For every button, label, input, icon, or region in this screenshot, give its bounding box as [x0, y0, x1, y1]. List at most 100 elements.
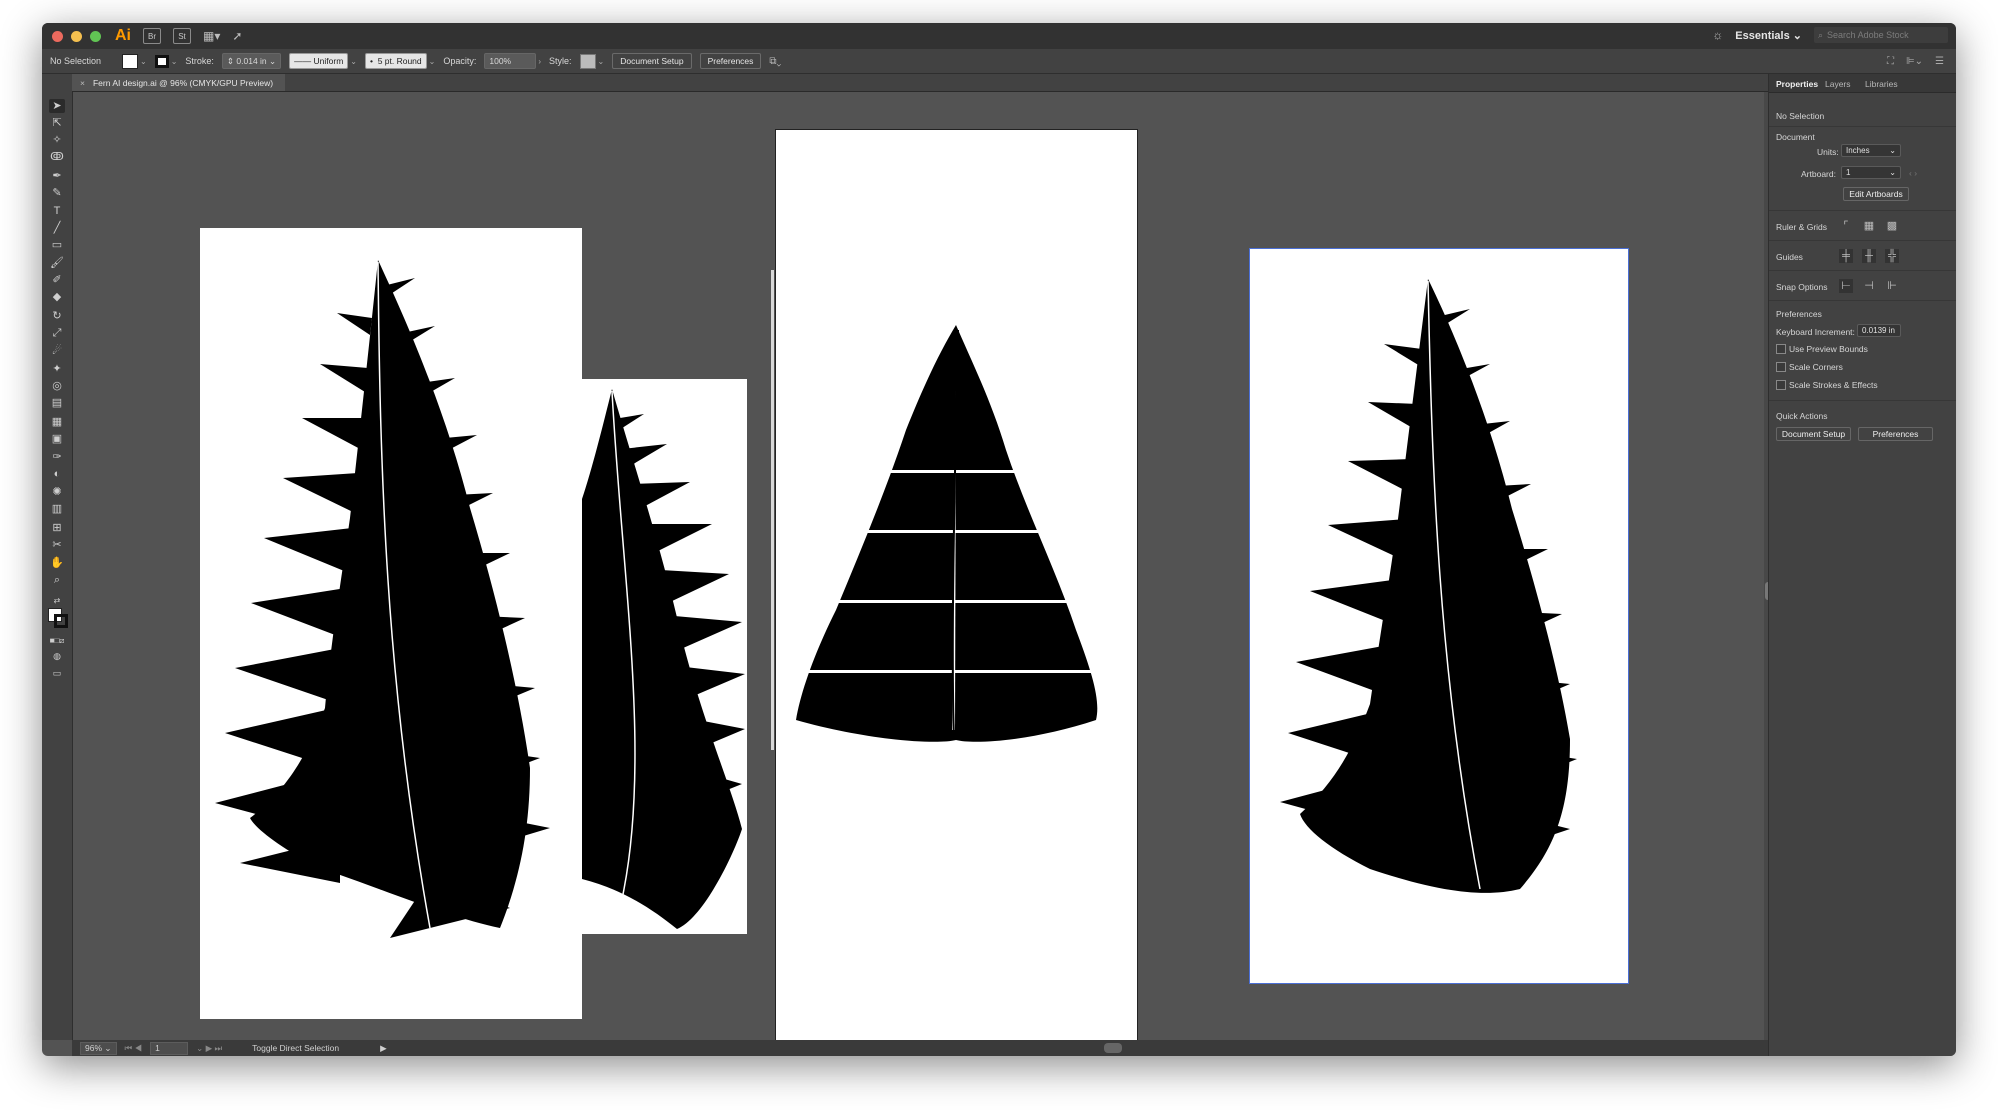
stroke-swatch[interactable] — [154, 54, 169, 68]
chevron-down-icon[interactable]: ⌄ — [429, 57, 436, 66]
tab-layers[interactable]: Layers — [1825, 79, 1851, 89]
transparency-grid-icon[interactable]: ▩ — [1885, 219, 1899, 233]
type-tool-icon[interactable]: T — [49, 204, 65, 218]
lasso-icon[interactable]: ↂ — [49, 150, 65, 164]
selection-tool-icon[interactable]: ➤ — [49, 99, 65, 113]
variable-width-profile[interactable]: —— Uniform — [289, 53, 349, 69]
artboard-dropdown[interactable]: 1 ⌄ — [1841, 166, 1901, 179]
mesh-tool-icon[interactable]: ▦ — [49, 415, 65, 429]
chevron-down-icon[interactable]: ⌄ — [140, 57, 147, 66]
graphic-style-swatch[interactable] — [579, 53, 596, 69]
snap-to-pixel-icon[interactable]: ⊩ — [1885, 279, 1899, 293]
artboard-number-field[interactable]: 1 — [150, 1041, 189, 1055]
arrange-icon[interactable]: ⧉⌄ — [769, 56, 781, 67]
canvas[interactable] — [73, 92, 1797, 1056]
shape-builder-icon[interactable]: ◎ — [49, 379, 65, 393]
chevron-down-icon[interactable]: ⌄ — [171, 57, 178, 66]
lightbulb-icon[interactable]: ☼ — [1712, 28, 1723, 42]
zoom-window-button[interactable] — [90, 30, 101, 42]
align-icon[interactable]: ⊫⌄ — [1906, 56, 1923, 67]
artboard-2[interactable] — [582, 379, 747, 934]
draw-mode-icon[interactable]: ◍ — [49, 649, 65, 663]
artboard-3[interactable] — [775, 129, 1138, 1056]
preferences-button[interactable]: Preferences — [699, 53, 762, 69]
opacity-field[interactable]: 100% — [484, 53, 537, 69]
stock-search-input[interactable]: ⌕ Search Adobe Stock — [1814, 27, 1948, 43]
artboard-nav-arrows-icon[interactable]: ‹ › — [1909, 168, 1917, 178]
artboard-nav-next-icon[interactable]: ⌄ ▶ ⏭ — [196, 1043, 222, 1054]
warp-tool-icon[interactable]: ☄ — [49, 344, 65, 358]
paintbrush-icon[interactable]: 🖌 — [49, 256, 65, 270]
document-setup-button[interactable]: Document Setup — [612, 53, 692, 69]
fill-swatch[interactable] — [122, 53, 138, 69]
zoom-level-field[interactable]: 96% ⌄ — [80, 1041, 117, 1055]
tab-properties[interactable]: Properties — [1776, 79, 1818, 89]
quick-preferences-button[interactable]: Preferences — [1858, 427, 1933, 441]
slice-tool-icon[interactable]: ✂ — [49, 538, 65, 552]
fern-artwork — [796, 325, 1106, 742]
artboard-tool-icon[interactable]: ⊞ — [49, 521, 65, 535]
bridge-button[interactable]: Br — [143, 28, 161, 44]
units-dropdown[interactable]: Inches ⌄ — [1841, 144, 1901, 157]
isolation-mode-icon[interactable]: ⛶ — [1887, 56, 1894, 67]
screen-mode-icon[interactable]: ▭ — [49, 666, 65, 680]
artboard-1[interactable] — [200, 228, 582, 1019]
quick-document-setup-button[interactable]: Document Setup — [1776, 427, 1851, 441]
arrange-documents-icon[interactable]: ▦▾ — [203, 29, 220, 43]
edit-artboards-button[interactable]: Edit Artboards — [1843, 187, 1909, 201]
stock-button[interactable]: St — [173, 28, 191, 44]
hand-tool-icon[interactable]: ✋ — [49, 556, 65, 570]
stroke-weight-field[interactable]: ⇕ 0.014 in ⌄ — [221, 53, 282, 69]
curvature-tool-icon[interactable]: ✎ — [49, 186, 65, 200]
color-mode-icon[interactable]: ■□⧄ — [49, 634, 65, 648]
ruler-icon[interactable]: ⌜ — [1839, 219, 1853, 233]
artboard-4[interactable] — [1249, 248, 1629, 984]
swap-fill-stroke-icon[interactable]: ⇄ — [49, 594, 65, 608]
stroke-color-box[interactable] — [54, 614, 68, 628]
minimize-window-button[interactable] — [71, 30, 82, 42]
snap-to-grid-icon[interactable]: ⊣ — [1862, 279, 1876, 293]
workspace-switcher[interactable]: Essentials ⌄ — [1735, 29, 1802, 42]
graph-tool-icon[interactable]: ▥ — [49, 502, 65, 516]
keyboard-increment-field[interactable]: 0.0139 in — [1857, 324, 1901, 337]
magic-wand-icon[interactable]: ✧ — [49, 133, 65, 147]
scale-strokes-effects-checkbox[interactable] — [1776, 380, 1786, 390]
scale-corners-checkbox[interactable] — [1776, 362, 1786, 372]
smart-guides-icon[interactable]: ╬ — [1885, 249, 1899, 263]
snap-to-point-icon[interactable]: ⊢ — [1839, 279, 1853, 293]
pen-tool-icon[interactable]: ✒ — [49, 169, 65, 183]
shaper-tool-icon[interactable]: ✐ — [49, 273, 65, 287]
blend-tool-icon[interactable]: ◐ — [49, 467, 65, 481]
close-window-button[interactable] — [52, 30, 63, 42]
perspective-grid-icon[interactable]: ▤ — [49, 396, 65, 410]
artboard-value: 1 — [1846, 168, 1851, 177]
horizontal-scrollbar-thumb[interactable] — [1104, 1043, 1122, 1053]
eyedropper-icon[interactable]: ✑ — [49, 450, 65, 464]
gpu-performance-icon[interactable]: ➚ — [232, 29, 242, 43]
panel-menu-icon[interactable]: ☰ — [1935, 56, 1944, 67]
eraser-icon[interactable]: ◆ — [49, 290, 65, 304]
grid-icon[interactable]: ▦ — [1862, 219, 1876, 233]
show-guides-icon[interactable]: ╪ — [1839, 249, 1853, 263]
rotate-tool-icon[interactable]: ↻ — [49, 309, 65, 323]
lock-guides-icon[interactable]: ╫ — [1862, 249, 1876, 263]
gradient-tool-icon[interactable]: ▣ — [49, 432, 65, 446]
symbol-sprayer-icon[interactable]: ✺ — [49, 485, 65, 499]
chevron-right-icon[interactable]: › — [538, 57, 541, 66]
divider — [1769, 300, 1956, 301]
scale-tool-icon[interactable]: ⤢ — [49, 326, 65, 340]
use-preview-bounds-checkbox[interactable] — [1776, 344, 1786, 354]
artboard-nav-prev-icon[interactable]: ⏮ ◀ — [125, 1043, 143, 1054]
puppet-warp-icon[interactable]: ✦ — [49, 362, 65, 376]
chevron-down-icon[interactable]: ⌄ — [598, 57, 605, 66]
status-menu-icon[interactable]: ▶ — [380, 1043, 387, 1054]
direct-selection-tool-icon[interactable]: ⇱ — [49, 116, 65, 130]
close-tab-icon[interactable]: × — [80, 78, 85, 88]
zoom-tool-icon[interactable]: ⌕ — [49, 573, 65, 587]
tab-libraries[interactable]: Libraries — [1865, 79, 1898, 89]
chevron-down-icon[interactable]: ⌄ — [350, 57, 357, 66]
line-tool-icon[interactable]: ╱ — [49, 221, 65, 235]
document-tab[interactable]: × Fern AI design.ai @ 96% (CMYK/GPU Prev… — [72, 74, 286, 91]
brush-definition[interactable]: • 5 pt. Round — [364, 53, 427, 69]
rectangle-tool-icon[interactable]: ▭ — [49, 238, 65, 252]
